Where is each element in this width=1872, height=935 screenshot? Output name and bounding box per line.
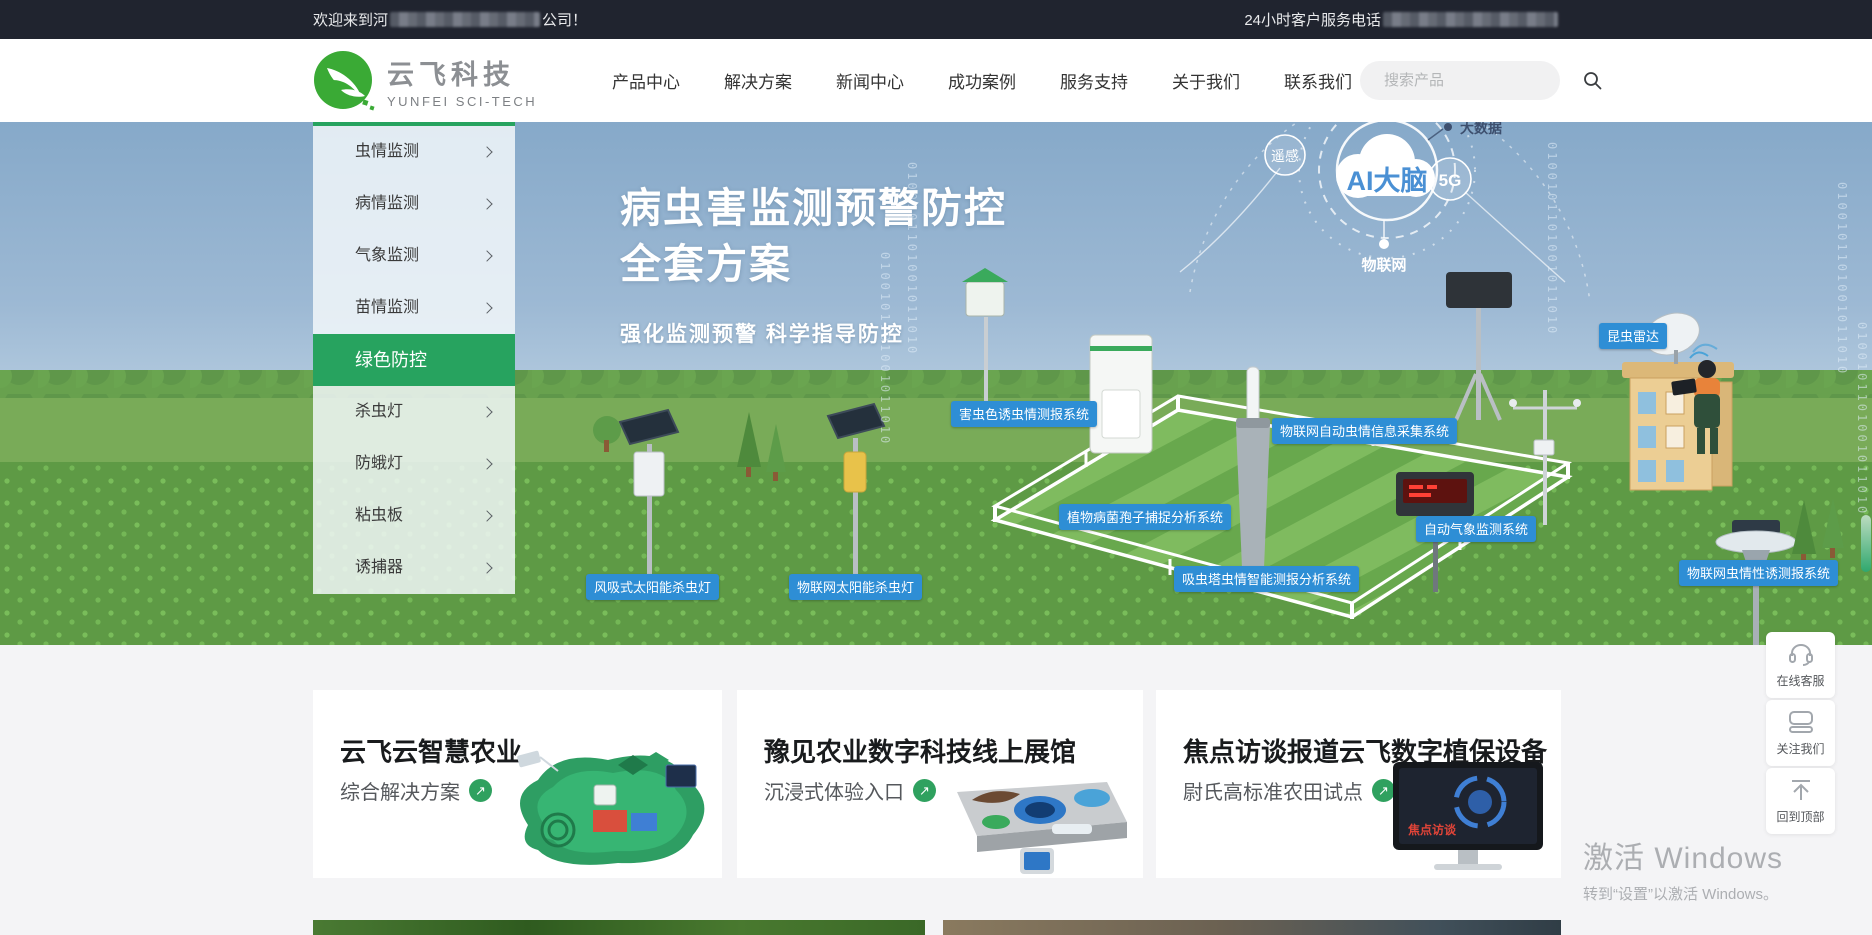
product-dropdown-menu: 虫情监测 病情监测 气象监测 苗情监测 绿色防控 杀虫灯 防蛾灯 粘虫板 诱捕器: [313, 122, 515, 594]
svg-text:物联网: 物联网: [1361, 256, 1406, 274]
bottom-image-right[interactable]: [943, 920, 1561, 935]
arrow-up-icon: [1788, 778, 1814, 802]
card-smart-agriculture[interactable]: 云飞云智慧农业 综合解决方案 ↗: [313, 690, 722, 878]
device-label-insect-radar: 昆虫雷达: [1599, 323, 1667, 349]
nav-item-contact[interactable]: 联系我们: [1262, 68, 1374, 93]
logo-title: 云飞科技: [387, 53, 537, 92]
chevron-right-icon: [481, 250, 492, 261]
svg-text:AI大脑: AI大脑: [1347, 166, 1428, 196]
svg-text:大数据: 大数据: [1460, 122, 1502, 136]
device-label-auto-weather: 自动气象监测系统: [1416, 516, 1536, 542]
chevron-right-icon: [481, 146, 492, 157]
follow-qr-icon: [1788, 710, 1814, 734]
hero-subtitle: 强化监测预警 科学指导防控: [620, 318, 1007, 348]
nav-item-solutions[interactable]: 解决方案: [702, 68, 814, 93]
hero-copy: 病虫害监测预警防控全套方案 强化监测预警 科学指导防控: [620, 180, 1007, 348]
device-spore-cabinet: [1090, 335, 1152, 453]
card-title: 云飞云智慧农业: [340, 732, 522, 769]
exhibition-illustration: [932, 752, 1132, 878]
svg-text:遥感: 遥感: [1271, 148, 1299, 164]
headset-icon: [1788, 642, 1814, 666]
hub-node-bigdata: 大数据: [1444, 122, 1502, 136]
card-subtitle: 沉浸式体验入口: [764, 776, 904, 805]
menu-item-insecticidal-lamp[interactable]: 杀虫灯: [313, 386, 515, 438]
device-label-color-trap: 害虫色诱虫情测报系统: [951, 401, 1097, 427]
welcome-text: 欢迎来到河公司！: [313, 9, 587, 30]
search-box: [1360, 61, 1560, 100]
hub-node-remote-sensing: 遥感: [1265, 135, 1305, 175]
search-input[interactable]: [1360, 72, 1583, 89]
menu-item-disease-monitoring[interactable]: 病情监测: [313, 178, 515, 230]
logo[interactable]: 云飞科技 YUNFEI SCI-TECH: [313, 49, 537, 113]
bottom-image-left[interactable]: [313, 920, 925, 935]
chevron-right-icon: [481, 198, 492, 209]
back-to-top-button[interactable]: 回到顶部: [1766, 768, 1835, 834]
device-label-iot-insect-collection: 物联网自动虫情信息采集系统: [1272, 418, 1457, 444]
logo-subtitle: YUNFEI SCI-TECH: [387, 94, 537, 109]
redacted-company-name: [390, 12, 540, 27]
smart-farm-illustration: [498, 735, 718, 875]
floating-toolbar: 在线客服 关注我们 回到顶部: [1766, 632, 1835, 836]
ai-brain-cloud: AI大脑: [1336, 134, 1435, 198]
logo-leaf-icon: [313, 50, 375, 112]
device-label-suction-tower: 吸虫塔虫情智能测报分析系统: [1174, 566, 1359, 592]
binary-texture: 0100101101001011010: [1545, 142, 1559, 336]
online-service-button[interactable]: 在线客服: [1766, 632, 1835, 698]
top-bar: 欢迎来到河公司！ 24小时客户服务电话: [0, 0, 1872, 39]
redacted-phone-number: [1383, 12, 1558, 27]
card-online-exhibition[interactable]: 豫见农业数字科技线上展馆 沉浸式体验入口↗: [737, 690, 1143, 878]
chevron-right-icon: [481, 406, 492, 417]
follow-us-button[interactable]: 关注我们: [1766, 700, 1835, 766]
device-label-iot-solar-lamp: 物联网太阳能杀虫灯: [789, 574, 922, 600]
windows-activation-watermark: 激活 Windows 转到“设置”以激活 Windows。: [1583, 833, 1783, 904]
menu-item-seedling-monitoring[interactable]: 苗情监测: [313, 282, 515, 334]
device-label-wind-suction-lamp: 风吸式太阳能杀虫灯: [586, 574, 719, 600]
binary-texture: 0100101101001011010: [1855, 322, 1869, 516]
menu-item-green-control[interactable]: 绿色防控: [313, 334, 515, 386]
chevron-right-icon: [481, 302, 492, 313]
page-scrollbar[interactable]: [1861, 515, 1871, 572]
go-arrow-icon[interactable]: ↗: [469, 779, 492, 802]
ai-hub: AI大脑 遥感 5G 大数据 物联网: [1180, 122, 1590, 302]
menu-item-moth-lamp[interactable]: 防蛾灯: [313, 438, 515, 490]
nav-item-cases[interactable]: 成功案例: [926, 68, 1038, 93]
chevron-right-icon: [481, 458, 492, 469]
service-phone: 24小时客户服务电话: [1244, 9, 1560, 30]
menu-item-sticky-board[interactable]: 粘虫板: [313, 490, 515, 542]
svg-text:5G: 5G: [1439, 171, 1462, 190]
card-cctv-report[interactable]: 焦点访谈报道云飞数字植保设备 尉氏高标准农田试点↗ 焦点访谈: [1156, 690, 1561, 878]
card-subtitle: 综合解决方案: [340, 776, 460, 805]
device-label-spore-capture: 植物病菌孢子捕捉分析系统: [1059, 504, 1231, 530]
nav-item-about[interactable]: 关于我们: [1150, 68, 1262, 93]
menu-item-trap[interactable]: 诱捕器: [313, 542, 515, 594]
hub-node-5g: 5G: [1429, 158, 1471, 200]
nav-item-support[interactable]: 服务支持: [1038, 68, 1150, 93]
site-header: 云飞科技 YUNFEI SCI-TECH 产品中心 解决方案 新闻中心 成功案例…: [0, 39, 1872, 122]
chevron-right-icon: [481, 510, 492, 521]
main-nav: 产品中心 解决方案 新闻中心 成功案例 服务支持 关于我们 联系我们: [590, 39, 1374, 122]
nav-item-products[interactable]: 产品中心: [590, 68, 702, 93]
tv-monitor-illustration: 焦点访谈: [1388, 760, 1548, 875]
hero-title: 病虫害监测预警防控全套方案: [620, 180, 1007, 292]
hero-banner: AI大脑 遥感 5G 大数据 物联网: [0, 122, 1872, 645]
chevron-right-icon: [481, 562, 492, 573]
menu-item-weather-monitoring[interactable]: 气象监测: [313, 230, 515, 282]
binary-texture: 0100101101001011010: [1835, 182, 1849, 376]
card-subtitle: 尉氏高标准农田试点: [1183, 776, 1363, 805]
search-icon[interactable]: [1583, 61, 1602, 100]
hub-node-iot: 物联网: [1361, 239, 1406, 274]
nav-item-news[interactable]: 新闻中心: [814, 68, 926, 93]
menu-item-insect-monitoring[interactable]: 虫情监测: [313, 126, 515, 178]
tv-screen-caption: 焦点访谈: [1407, 822, 1457, 837]
device-label-pheromone-trap: 物联网虫情性诱测报系统: [1679, 560, 1838, 586]
